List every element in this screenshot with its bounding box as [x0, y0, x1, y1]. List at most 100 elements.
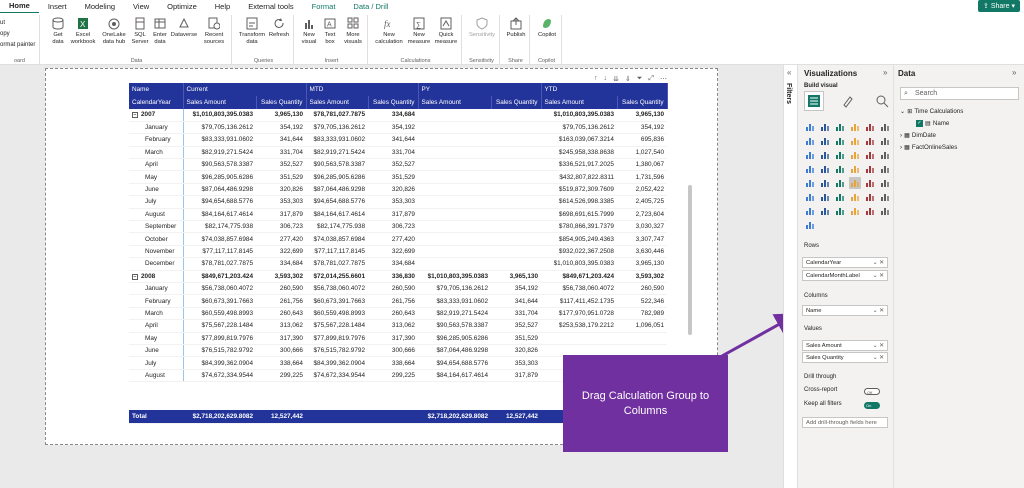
sql-server-button[interactable]: SQL Server: [130, 17, 150, 46]
clustered-column-visual-icon[interactable]: [849, 121, 861, 133]
scatter-visual-icon[interactable]: [819, 149, 831, 161]
power-apps-visual-icon[interactable]: [879, 191, 891, 203]
year-label[interactable]: −2008: [129, 270, 183, 283]
expand-all-icon[interactable]: ⇓: [625, 75, 631, 83]
line-column-visual-icon[interactable]: [849, 135, 861, 147]
custom-b-visual-icon[interactable]: [849, 205, 861, 217]
trophy-visual-icon[interactable]: [804, 205, 816, 217]
tab-insert[interactable]: Insert: [39, 0, 76, 13]
tab-format[interactable]: Format: [303, 0, 345, 13]
format-painter-button[interactable]: ormat painter: [0, 42, 35, 48]
month-label[interactable]: August: [129, 369, 183, 383]
waterfall-visual-icon[interactable]: [879, 135, 891, 147]
python-visual-visual-icon[interactable]: [879, 177, 891, 189]
stacked-area-visual-icon[interactable]: [834, 135, 846, 147]
drill-through-drop-zone[interactable]: Add drill-through fields here: [802, 417, 888, 428]
data-search-input[interactable]: ⌕ Search: [900, 87, 1019, 100]
month-label[interactable]: November: [129, 245, 183, 259]
year-label[interactable]: −2007: [129, 109, 183, 122]
custom-a-visual-icon[interactable]: [834, 205, 846, 217]
month-label[interactable]: June: [129, 183, 183, 197]
header-calendar-year[interactable]: CalendarYear: [129, 96, 184, 109]
stacked-bar-visual-icon[interactable]: [804, 121, 816, 133]
copy-button[interactable]: opy: [0, 31, 10, 37]
treemap-visual-icon[interactable]: [864, 149, 876, 161]
new-visual-button[interactable]: New visual: [298, 17, 320, 46]
drill-up-icon[interactable]: ↑: [594, 75, 598, 83]
paginated-visual-icon[interactable]: [864, 191, 876, 203]
map-visual-icon[interactable]: [879, 149, 891, 161]
month-label[interactable]: March: [129, 307, 183, 321]
header-mtd[interactable]: MTD: [306, 83, 419, 96]
100-column-visual-icon[interactable]: [879, 121, 891, 133]
refresh-button[interactable]: Refresh: [267, 17, 291, 39]
tree-field-name[interactable]: ✓ ▤ Name: [916, 120, 949, 127]
month-label[interactable]: August: [129, 208, 183, 222]
sensitivity-button[interactable]: Sensitivity: [466, 17, 498, 39]
onelake-data-hub-button[interactable]: OneLake data hub: [100, 17, 128, 46]
gauge-visual-icon[interactable]: [849, 163, 861, 175]
donut-visual-icon[interactable]: [849, 149, 861, 161]
azure-map-visual-icon[interactable]: [819, 163, 831, 175]
tab-data-drill[interactable]: Data / Drill: [344, 0, 397, 13]
header-py[interactable]: PY: [418, 83, 542, 96]
header-sales-amount[interactable]: Sales Amount: [183, 96, 257, 109]
multi-card-visual-icon[interactable]: [879, 163, 891, 175]
new-calculation-button[interactable]: fx New calculation: [372, 17, 406, 46]
ribbon-visual-icon[interactable]: [864, 135, 876, 147]
columns-field-name[interactable]: Name ⌄ ✕: [802, 305, 888, 316]
checkbox-checked-icon[interactable]: ✓: [916, 120, 923, 127]
rows-field-calendar-year[interactable]: CalendarYear ⌄ ✕: [802, 257, 888, 268]
header-sales-amount[interactable]: Sales Amount: [541, 96, 618, 109]
expand-filters-icon[interactable]: «: [787, 68, 791, 77]
shape-map-visual-icon[interactable]: [834, 163, 846, 175]
100-bar-visual-icon[interactable]: [864, 121, 876, 133]
kpi-visual-icon[interactable]: [804, 177, 816, 189]
header-sales-quantity[interactable]: Sales Quantity: [368, 96, 419, 109]
expand-next-level-icon[interactable]: ⇊: [613, 75, 619, 83]
month-label[interactable]: June: [129, 344, 183, 358]
pie-visual-icon[interactable]: [834, 149, 846, 161]
filled-map-visual-icon[interactable]: [804, 163, 816, 175]
key-influencers-visual-icon[interactable]: [804, 191, 816, 203]
field-controls-icon[interactable]: ⌄ ✕: [873, 271, 884, 280]
values-field-sales-quantity[interactable]: Sales Quantity ⌄ ✕: [802, 352, 888, 363]
transform-data-button[interactable]: Transform data: [238, 17, 266, 46]
header-sales-quantity[interactable]: Sales Quantity: [491, 96, 542, 109]
narrative-visual-icon[interactable]: [849, 191, 861, 203]
header-sales-amount[interactable]: Sales Amount: [418, 96, 492, 109]
custom-d-visual-icon[interactable]: [879, 205, 891, 217]
dataverse-button[interactable]: Dataverse: [170, 17, 198, 39]
tab-help[interactable]: Help: [206, 0, 239, 13]
month-label[interactable]: July: [129, 195, 183, 209]
card-visual-icon[interactable]: [864, 163, 876, 175]
cross-report-toggle[interactable]: Off: [864, 388, 880, 395]
month-label[interactable]: January: [129, 282, 183, 296]
drill-down-icon[interactable]: ↓: [604, 75, 608, 83]
month-label[interactable]: May: [129, 170, 183, 184]
month-label[interactable]: September: [129, 220, 183, 234]
keep-all-filters-toggle[interactable]: On: [864, 402, 880, 409]
text-box-button[interactable]: A Text box: [320, 17, 340, 46]
slicer-visual-icon[interactable]: [819, 177, 831, 189]
header-sales-quantity[interactable]: Sales Quantity: [617, 96, 668, 109]
rows-field-calendar-month-label[interactable]: CalendarMonthLabel ⌄ ✕: [802, 270, 888, 281]
quick-measure-button[interactable]: Quick measure: [432, 17, 460, 46]
filter-icon[interactable]: ⏷: [637, 75, 643, 83]
tab-modeling[interactable]: Modeling: [76, 0, 124, 13]
tab-external-tools[interactable]: External tools: [239, 0, 302, 13]
tree-time-calculations[interactable]: ⌄ ⊞ Time Calculations: [900, 108, 963, 115]
new-measure-button[interactable]: ∑ New measure: [407, 17, 431, 46]
field-controls-icon[interactable]: ⌄ ✕: [873, 258, 884, 267]
header-current[interactable]: Current: [183, 83, 307, 96]
month-label[interactable]: December: [129, 257, 183, 271]
tab-view[interactable]: View: [124, 0, 158, 13]
collapse-icon[interactable]: −: [132, 112, 138, 119]
custom-c-visual-icon[interactable]: [864, 205, 876, 217]
month-label[interactable]: May: [129, 332, 183, 345]
qa-visual-icon[interactable]: [834, 191, 846, 203]
header-ytd[interactable]: YTD: [541, 83, 668, 96]
focus-mode-icon[interactable]: ⤢: [648, 75, 654, 83]
month-label[interactable]: April: [129, 319, 183, 333]
build-visual-tab[interactable]: [804, 91, 824, 111]
